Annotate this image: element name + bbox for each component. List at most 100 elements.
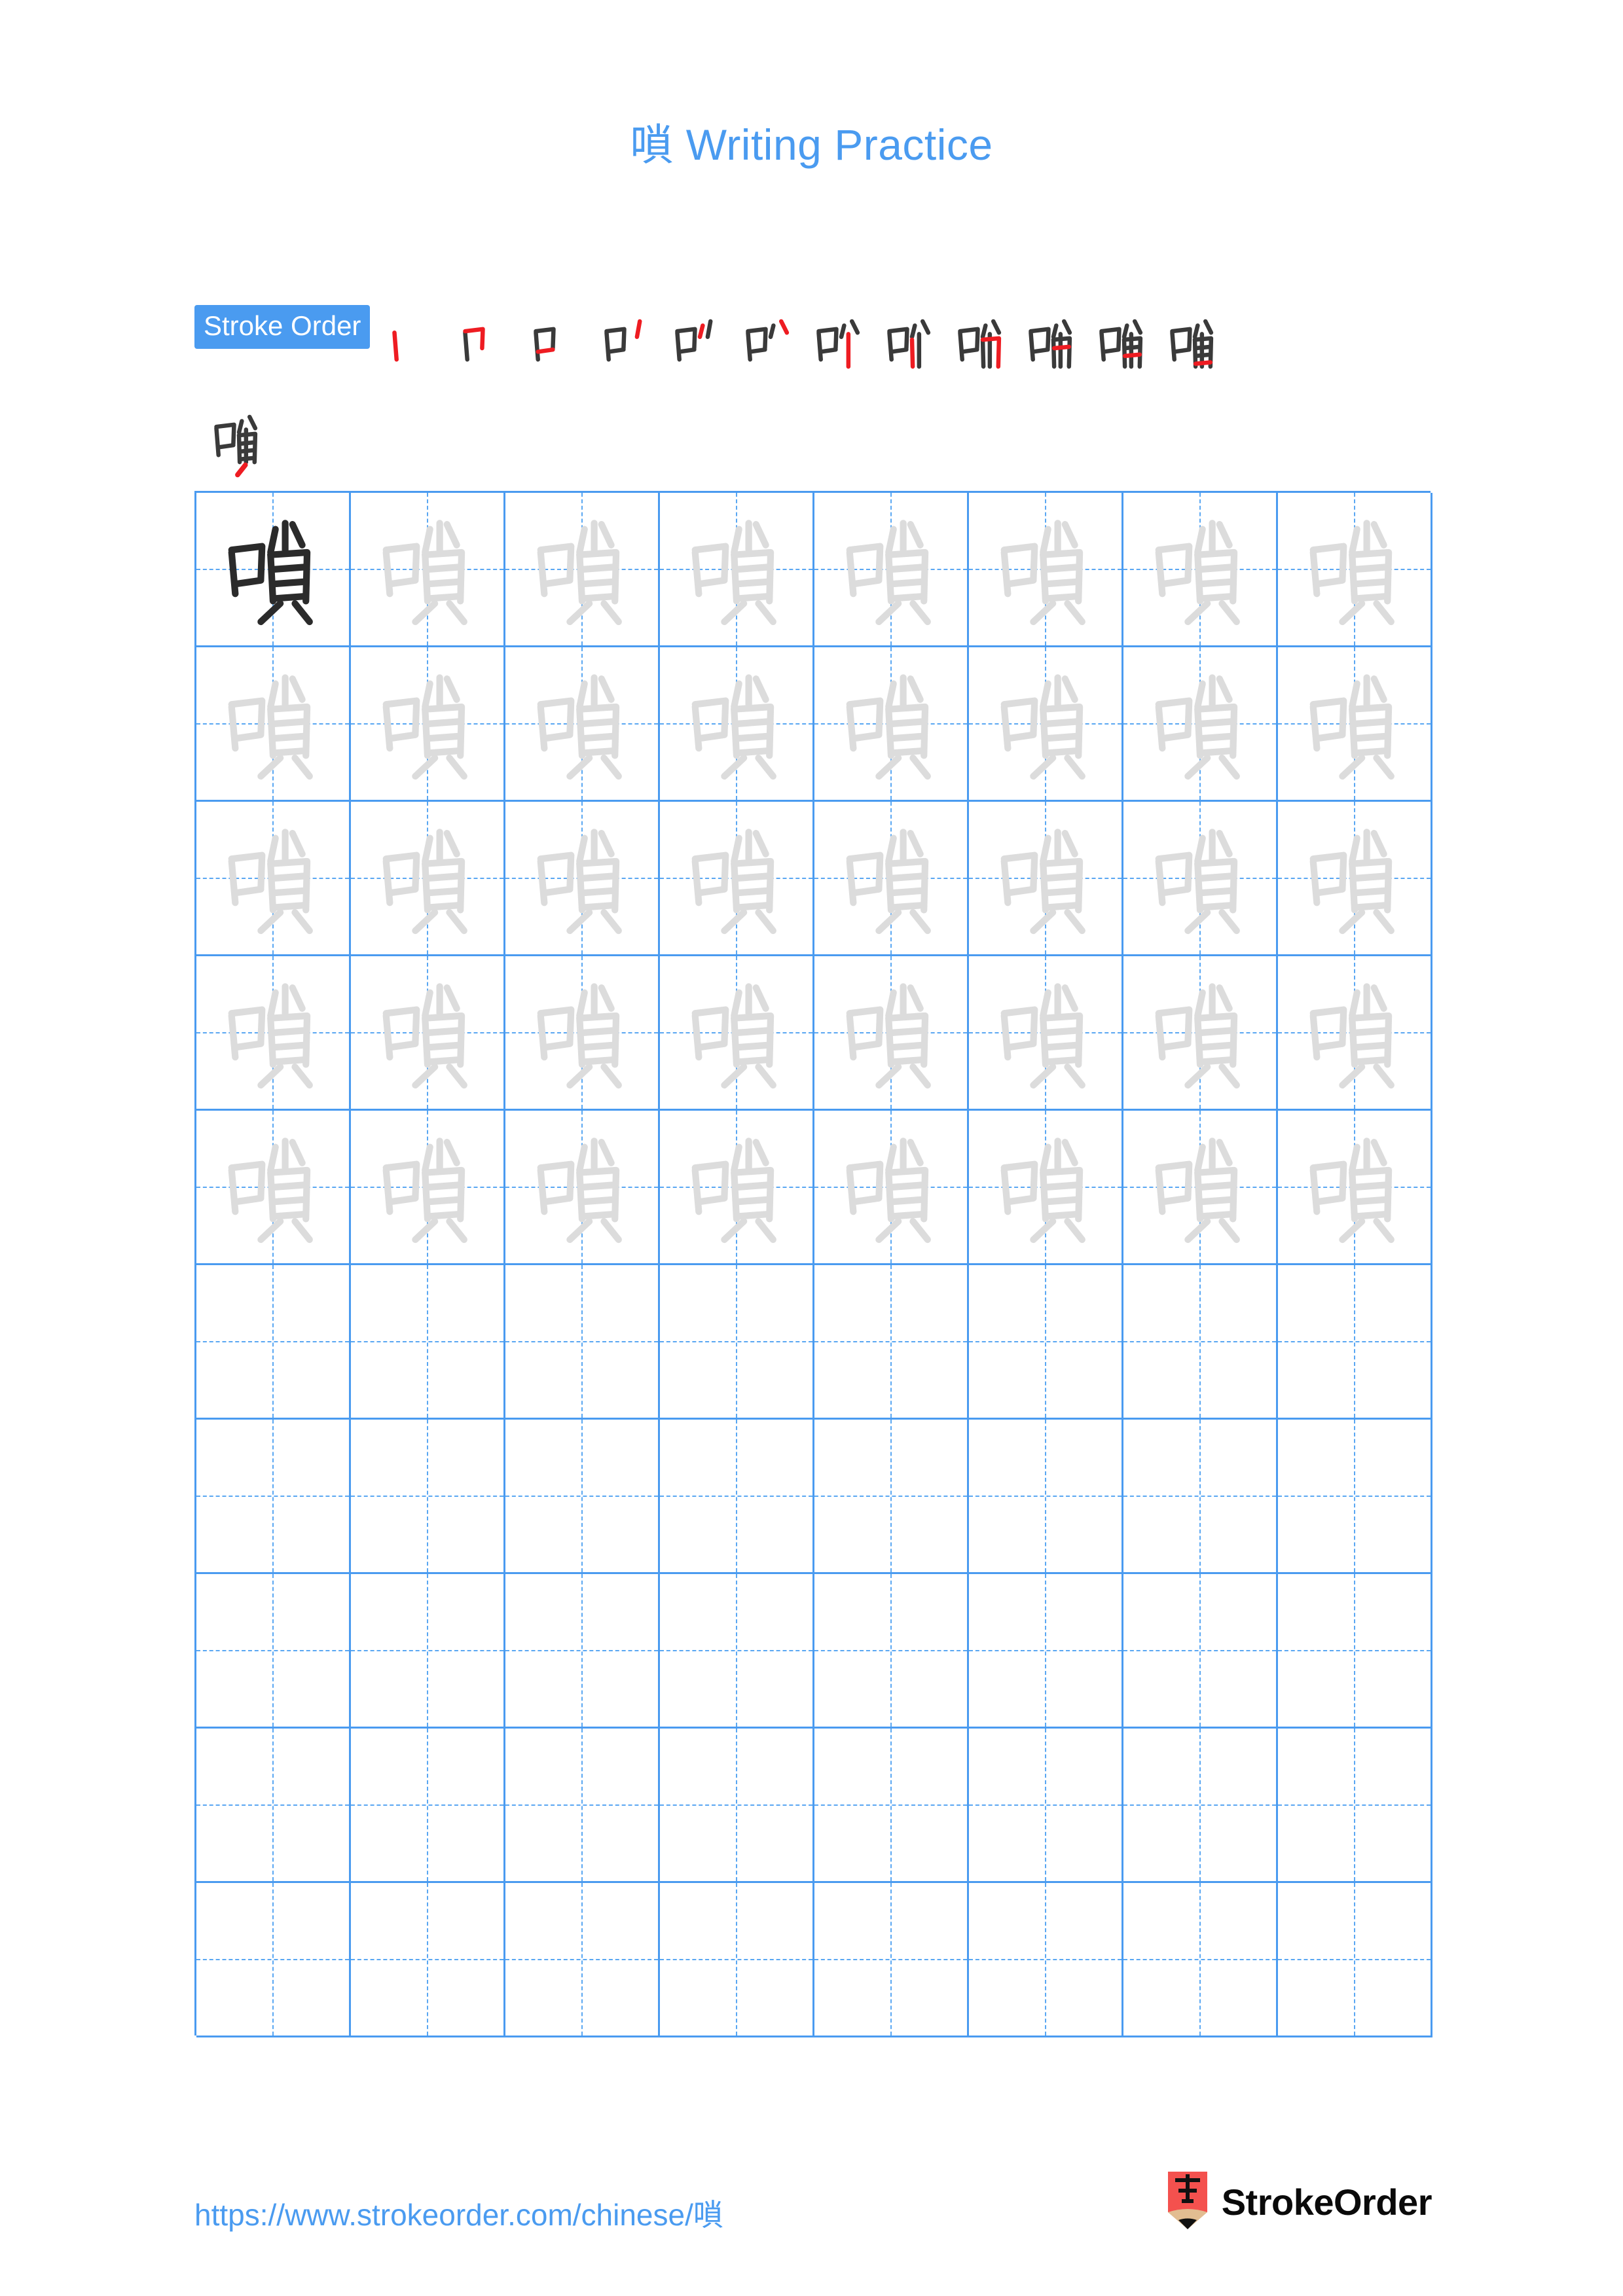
grid-cell-trace[interactable] — [351, 956, 505, 1111]
grid-cell-trace[interactable] — [505, 493, 660, 647]
grid-cell-trace[interactable] — [1278, 647, 1432, 802]
grid-cell-blank[interactable] — [660, 1420, 814, 1574]
grid-cell-trace[interactable] — [660, 956, 814, 1111]
grid-cell-blank[interactable] — [1278, 1729, 1432, 1883]
grid-cell-blank[interactable] — [196, 1729, 351, 1883]
grid-cell-blank[interactable] — [351, 1574, 505, 1729]
character-glyph-svg — [846, 673, 931, 780]
grid-cell-trace[interactable] — [814, 802, 969, 956]
practice-character — [1278, 493, 1431, 645]
grid-cell-blank[interactable] — [969, 1265, 1123, 1420]
grid-cell-trace[interactable] — [351, 647, 505, 802]
character-glyph-svg — [382, 982, 467, 1088]
grid-cell-blank[interactable] — [660, 1265, 814, 1420]
character-glyph-svg — [382, 519, 467, 625]
grid-cell-trace[interactable] — [505, 1111, 660, 1265]
footer-url[interactable]: https://www.strokeorder.com/chinese/嗩 — [194, 2191, 723, 2234]
grid-cell-blank[interactable] — [1123, 1883, 1278, 2037]
grid-cell-blank[interactable] — [196, 1574, 351, 1729]
grid-cell-trace[interactable] — [969, 1111, 1123, 1265]
grid-cell-blank[interactable] — [969, 1574, 1123, 1729]
character-glyph-svg — [1000, 982, 1085, 1088]
character-glyph-svg — [537, 519, 622, 625]
grid-cell-blank[interactable] — [1278, 1420, 1432, 1574]
grid-cell-trace[interactable] — [814, 1111, 969, 1265]
grid-cell-trace[interactable] — [196, 956, 351, 1111]
grid-cell-blank[interactable] — [814, 1883, 969, 2037]
grid-cell-trace[interactable] — [1278, 802, 1432, 956]
grid-cell-blank[interactable] — [969, 1420, 1123, 1574]
grid-cell-trace[interactable] — [1123, 493, 1278, 647]
stroke-order-row-2 — [194, 394, 1432, 487]
grid-cell-trace[interactable] — [660, 802, 814, 956]
grid-cell-blank[interactable] — [814, 1420, 969, 1574]
pencil-logo-icon — [1167, 2172, 1207, 2229]
grid-cell-blank[interactable] — [814, 1729, 969, 1883]
grid-cell-blank[interactable] — [505, 1729, 660, 1883]
grid-cell-blank[interactable] — [351, 1265, 505, 1420]
grid-cell-blank[interactable] — [969, 1883, 1123, 2037]
grid-cell-blank[interactable] — [196, 1883, 351, 2037]
grid-cell-blank[interactable] — [660, 1729, 814, 1883]
grid-cell-trace[interactable] — [1123, 647, 1278, 802]
grid-cell-blank[interactable] — [196, 1420, 351, 1574]
grid-cell-blank[interactable] — [1123, 1574, 1278, 1729]
grid-cell-trace[interactable] — [969, 647, 1123, 802]
grid-cell-trace[interactable] — [969, 802, 1123, 956]
grid-cell-blank[interactable] — [505, 1265, 660, 1420]
grid-cell-blank[interactable] — [814, 1265, 969, 1420]
grid-cell-blank[interactable] — [969, 1729, 1123, 1883]
grid-cell-blank[interactable] — [505, 1883, 660, 2037]
grid-cell-blank[interactable] — [351, 1883, 505, 2037]
grid-cell-trace[interactable] — [1278, 493, 1432, 647]
grid-cell-model[interactable] — [196, 493, 351, 647]
grid-cell-trace[interactable] — [660, 1111, 814, 1265]
grid-cell-trace[interactable] — [351, 1111, 505, 1265]
grid-cell-trace[interactable] — [351, 493, 505, 647]
practice-character — [1278, 647, 1431, 800]
grid-cell-blank[interactable] — [660, 1574, 814, 1729]
grid-cell-trace[interactable] — [1123, 802, 1278, 956]
grid-cell-trace[interactable] — [505, 956, 660, 1111]
grid-cell-trace[interactable] — [1278, 1111, 1432, 1265]
practice-character — [1278, 956, 1431, 1109]
grid-cell-trace[interactable] — [969, 493, 1123, 647]
grid-cell-blank[interactable] — [1278, 1265, 1432, 1420]
stroke-step-4 — [585, 305, 655, 391]
grid-cell-trace[interactable] — [660, 647, 814, 802]
grid-cell-trace[interactable] — [1278, 956, 1432, 1111]
grid-cell-blank[interactable] — [1123, 1265, 1278, 1420]
grid-cell-trace[interactable] — [505, 647, 660, 802]
grid-cell-trace[interactable] — [196, 647, 351, 802]
grid-cell-blank[interactable] — [1278, 1574, 1432, 1729]
grid-cell-blank[interactable] — [505, 1420, 660, 1574]
grid-cell-trace[interactable] — [196, 1111, 351, 1265]
grid-cell-trace[interactable] — [660, 493, 814, 647]
grid-cell-trace[interactable] — [1123, 1111, 1278, 1265]
practice-character — [969, 647, 1122, 800]
grid-cell-blank[interactable] — [1123, 1729, 1278, 1883]
practice-character — [814, 802, 967, 954]
character-glyph-svg — [1000, 1137, 1085, 1243]
grid-cell-blank[interactable] — [1278, 1883, 1432, 2037]
practice-character — [351, 956, 503, 1109]
character-glyph-svg — [691, 519, 776, 625]
grid-cell-trace[interactable] — [505, 802, 660, 956]
grid-cell-blank[interactable] — [351, 1729, 505, 1883]
grid-cell-blank[interactable] — [196, 1265, 351, 1420]
character-glyph-svg — [1309, 673, 1395, 780]
grid-cell-blank[interactable] — [505, 1574, 660, 1729]
grid-cell-blank[interactable] — [351, 1420, 505, 1574]
grid-cell-trace[interactable] — [814, 493, 969, 647]
brand-logo-group[interactable]: StrokeOrder — [1164, 2172, 1432, 2232]
grid-cell-trace[interactable] — [969, 956, 1123, 1111]
grid-cell-trace[interactable] — [1123, 956, 1278, 1111]
grid-cell-trace[interactable] — [351, 802, 505, 956]
grid-cell-trace[interactable] — [196, 802, 351, 956]
character-glyph-svg — [846, 982, 931, 1088]
grid-cell-blank[interactable] — [1123, 1420, 1278, 1574]
grid-cell-blank[interactable] — [660, 1883, 814, 2037]
grid-cell-blank[interactable] — [814, 1574, 969, 1729]
grid-cell-trace[interactable] — [814, 956, 969, 1111]
grid-cell-trace[interactable] — [814, 647, 969, 802]
